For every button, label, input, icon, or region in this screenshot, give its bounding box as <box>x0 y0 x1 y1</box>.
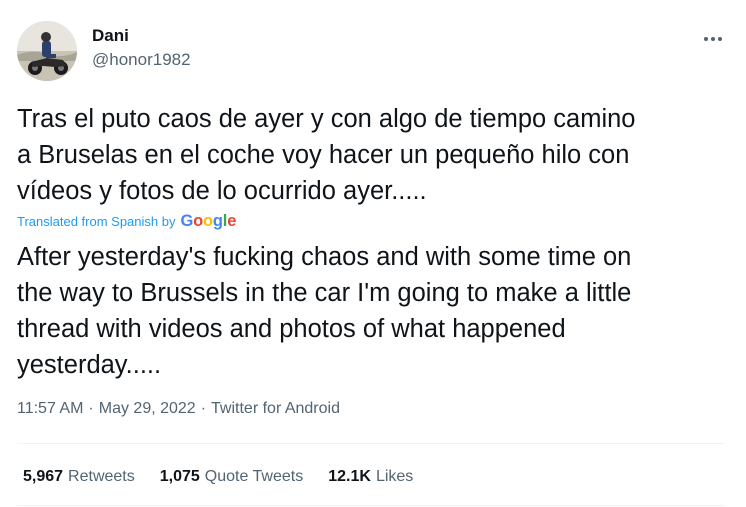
likes-stat[interactable]: 12.1K Likes <box>328 468 413 486</box>
quote-tweets-stat[interactable]: 1,075 Quote Tweets <box>160 468 303 486</box>
tweet-text-line: vídeos y fotos de lo ocurrido ayer..... <box>17 177 427 205</box>
divider <box>17 443 725 444</box>
quote-tweets-count: 1,075 <box>159 468 200 485</box>
more-options-button[interactable] <box>696 28 730 50</box>
tweet-text-line: After yesterday's fucking chaos and with… <box>17 243 632 271</box>
avatar[interactable] <box>17 21 77 81</box>
author-handle[interactable]: @honor1982 <box>92 50 191 70</box>
tweet-date[interactable]: May 29, 2022 <box>99 400 196 417</box>
tweet-text-line: Tras el puto caos de ayer y con algo de … <box>17 105 636 133</box>
author-display-name[interactable]: Dani <box>92 26 191 46</box>
translation-label: Translated from Spanish by <box>17 213 176 229</box>
tweet-text-line: yesterday..... <box>17 351 162 379</box>
likes-label: Likes <box>375 468 414 485</box>
engagement-stats: 5,967 Retweets 1,075 Quote Tweets 12.1K Lik… <box>23 468 438 486</box>
more-options-icon <box>704 37 722 41</box>
divider <box>17 505 725 506</box>
meta-separator: · <box>200 400 207 417</box>
tweet-text-translated: After yesterday's fucking chaos and with… <box>17 239 729 383</box>
google-logo: Google <box>180 211 237 230</box>
tweet-text-line: a Bruselas en el coche voy hacer un pequ… <box>17 141 630 169</box>
tweet-metadata: 11:57 AM · May 29, 2022 · Twitter for Androi… <box>17 400 340 418</box>
likes-count: 12.1K <box>328 468 371 485</box>
tweet-text-line: the way to Brussels in the car I'm going… <box>17 279 632 307</box>
avatar-motorcycle-photo <box>17 21 77 81</box>
quote-tweets-label: Quote Tweets <box>204 468 304 485</box>
tweet-source[interactable]: Twitter for Android <box>211 400 340 417</box>
tweet-time[interactable]: 11:57 AM <box>17 400 83 417</box>
tweet-text-line: thread with videos and photos of what ha… <box>17 315 566 343</box>
retweets-count: 5,967 <box>23 468 64 485</box>
tweet-text-original: Tras el puto caos de ayer y con algo de … <box>17 101 729 209</box>
translation-attribution[interactable]: Translated from Spanish by Google <box>17 211 236 231</box>
author-info: Dani @honor1982 <box>92 26 191 70</box>
retweets-label: Retweets <box>68 468 135 485</box>
meta-separator: · <box>88 400 94 417</box>
tweet-detail: Dani @honor1982 Tras el puto caos de aye… <box>0 0 746 507</box>
retweets-stat[interactable]: 5,967 Retweets <box>23 468 135 486</box>
